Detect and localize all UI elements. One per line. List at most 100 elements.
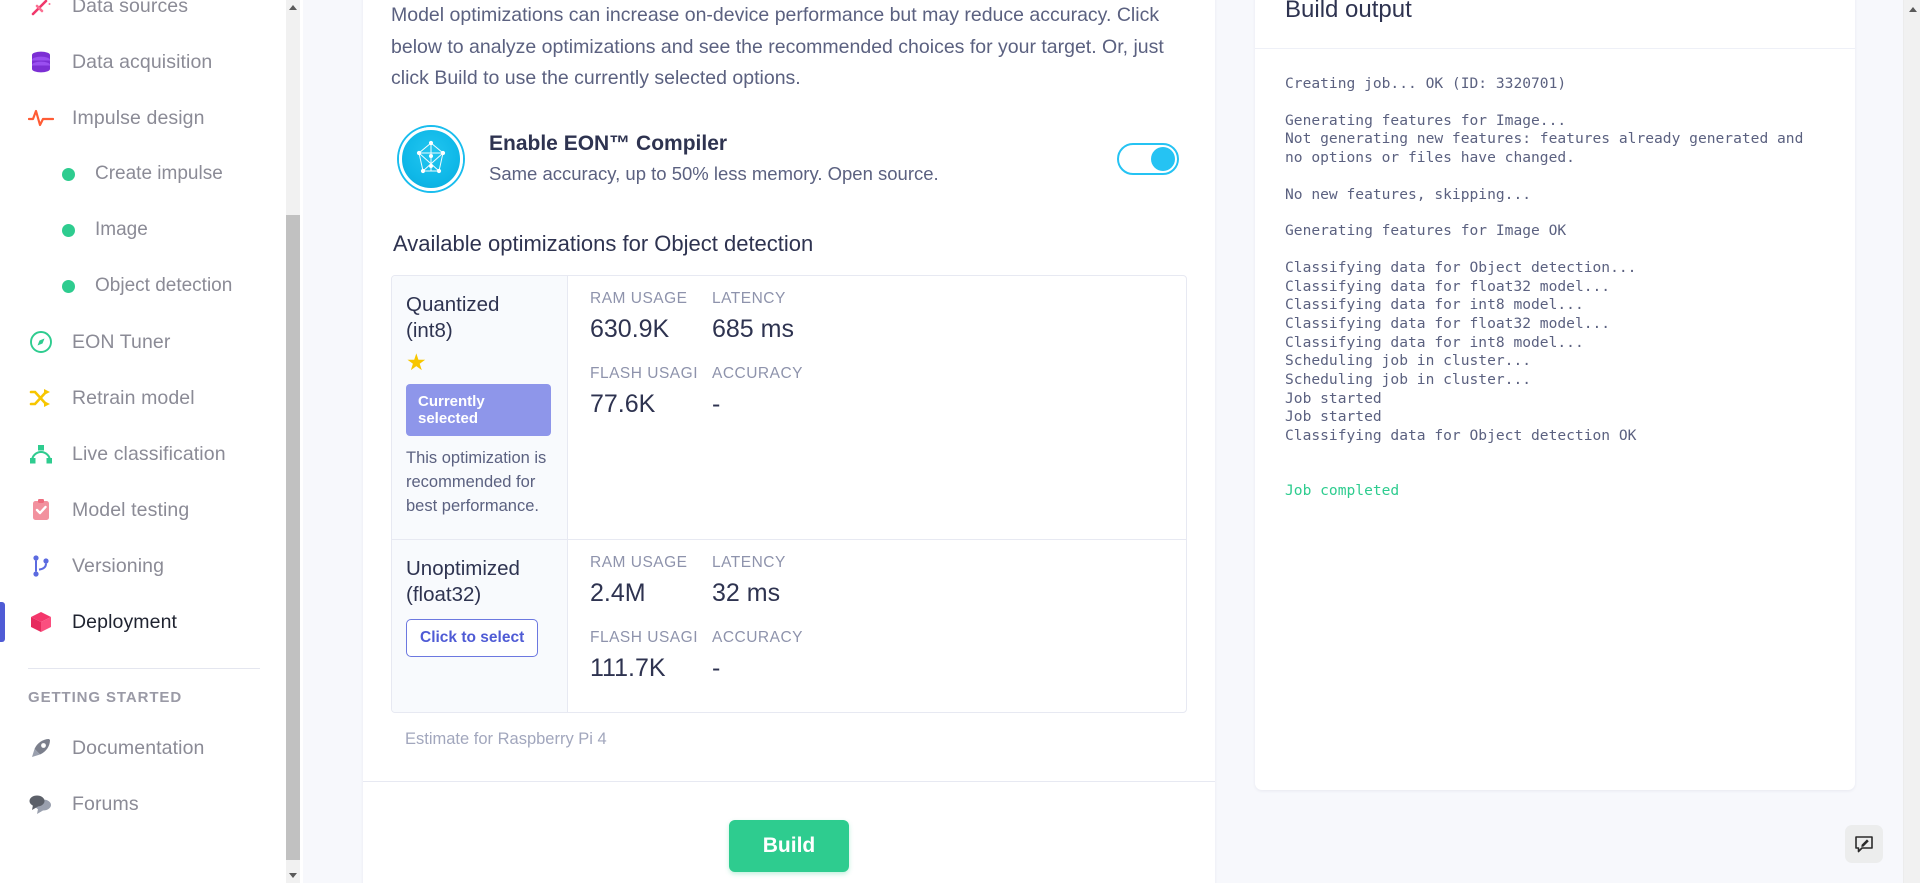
optimization-metrics: RAM USAGE LATENCY 630.9K 685 ms FLASH US… — [568, 276, 1186, 539]
log-line: Classifying data for Object detection OK — [1285, 427, 1637, 445]
log-line: Scheduling job in cluster... — [1285, 371, 1532, 389]
eon-compiler-toggle[interactable] — [1117, 142, 1179, 175]
sidebar-item-label: Documentation — [72, 736, 205, 759]
sidebar-item-data-sources[interactable]: Data sources — [0, 0, 288, 34]
eon-compiler-title: Enable EON™ Compiler — [489, 132, 728, 156]
branch-icon — [28, 553, 54, 579]
metric-value-accuracy: - — [712, 389, 721, 418]
sidebar-divider — [28, 668, 260, 669]
sidebar-item-label: Model testing — [72, 498, 190, 521]
metric-grid: RAM USAGE LATENCY 630.9K 685 ms FLASH US… — [590, 290, 1186, 435]
optimization-name: Quantized (int8) — [406, 292, 500, 343]
main-content: Model optimizations can increase on-devi… — [303, 0, 1920, 883]
log-blank-line — [1285, 204, 1825, 222]
log-line: No new features, skipping... — [1285, 185, 1532, 203]
sidebar-item-image[interactable]: Image — [0, 202, 288, 258]
optimization-note: This optimization is recommended for bes… — [406, 449, 547, 515]
sidebar-scrollbar[interactable] — [286, 0, 300, 883]
log-blank-line — [1285, 168, 1825, 186]
eon-compiler-row: Enable EON™ Compiler Same accuracy, up t… — [391, 126, 1187, 191]
box-icon — [28, 609, 54, 635]
optimization-metrics: RAM USAGE LATENCY 2.4M 32 ms FLASH USAGI… — [568, 540, 1186, 713]
metric-value-accuracy: - — [712, 654, 721, 683]
sidebar-item-label: Live classification — [72, 442, 226, 465]
log-blank-line — [1285, 94, 1825, 112]
metric-label-accuracy: ACCURACY — [712, 364, 803, 382]
eon-compiler-texts: Enable EON™ Compiler Same accuracy, up t… — [489, 132, 1117, 185]
sidebar-item-versioning[interactable]: Versioning — [0, 538, 288, 594]
build-output-log: Creating job... OK (ID: 3320701) Generati… — [1255, 49, 1855, 530]
status-badge: Currently selected — [406, 384, 551, 437]
estimate-note: Estimate for Raspberry Pi 4 — [405, 730, 607, 749]
sidebar-item-label: EON Tuner — [72, 330, 171, 353]
sidebar-item-documentation[interactable]: Documentation — [0, 720, 288, 776]
sidebar-item-label: Forums — [72, 792, 139, 815]
log-line: Generating features for Image... — [1285, 111, 1567, 129]
sidebar-item-deployment[interactable]: Deployment — [0, 594, 288, 650]
metric-value-ram: 2.4M — [590, 578, 646, 607]
build-button[interactable]: Build — [728, 820, 850, 873]
click-to-select-button[interactable]: Click to select — [406, 619, 539, 658]
metric-value-flash: 111.7K — [590, 654, 666, 683]
sidebar-item-object-detection[interactable]: Object detection — [0, 258, 288, 314]
star-icon: ★ — [406, 349, 427, 376]
metric-value-latency: 32 ms — [712, 578, 781, 607]
log-blank-line — [1285, 241, 1825, 259]
sidebar-item-model-testing[interactable]: Model testing — [0, 482, 288, 538]
sidebar-item-label: Deployment — [72, 610, 178, 633]
chat-bubbles-icon — [28, 791, 54, 817]
sidebar-item-label: Image — [95, 219, 148, 240]
deployment-optimizations-card: Model optimizations can increase on-devi… — [363, 0, 1215, 883]
optimization-name: Unoptimized (float32) — [406, 556, 520, 607]
metric-label-ram: RAM USAGE — [590, 289, 688, 307]
sidebar-scrollbar-thumb[interactable] — [286, 215, 300, 860]
log-line: Scheduling job in cluster... — [1285, 352, 1532, 370]
page-scrollbar[interactable] — [1903, 0, 1920, 883]
optimization-row-quantized[interactable]: Quantized (int8) ★ Currently selected Th… — [392, 275, 1186, 540]
sidebar-section-title: GETTING STARTED — [28, 689, 183, 706]
build-output-card: Build output Creating job... OK (ID: 332… — [1255, 0, 1855, 790]
optimizations-heading: Available optimizations for Object detec… — [393, 230, 814, 256]
metric-value-flash: 77.6K — [590, 389, 656, 418]
sidebar-item-impulse-design[interactable]: Impulse design — [0, 90, 288, 146]
sidebar-item-label: Create impulse — [95, 163, 223, 184]
sidebar-item-label: Impulse design — [72, 106, 205, 129]
pulse-icon — [28, 105, 54, 131]
dot-icon — [62, 279, 75, 293]
page-scroll-up-arrow-icon[interactable] — [1904, 2, 1920, 16]
metric-label-latency: LATENCY — [712, 553, 786, 571]
metric-value-latency: 685 ms — [712, 314, 794, 343]
sidebar-item-label: Object detection — [95, 275, 233, 296]
content-columns: Model optimizations can increase on-devi… — [303, 0, 1905, 883]
sidebar-item-data-acquisition[interactable]: Data acquisition — [0, 34, 288, 90]
sidebar-item-live-classification[interactable]: Live classification — [0, 426, 288, 482]
database-icon — [28, 49, 54, 75]
sidebar-item-create-impulse[interactable]: Create impulse — [0, 146, 288, 202]
dot-icon — [62, 223, 75, 237]
log-line: Classifying data for int8 model... — [1285, 296, 1584, 314]
sidebar-item-label: Versioning — [72, 554, 165, 577]
sidebar-item-forums[interactable]: Forums — [0, 776, 288, 832]
toggle-knob — [1151, 146, 1175, 171]
wand-sparkle-icon — [28, 0, 54, 19]
log-line: Classifying data for float32 model... — [1285, 277, 1611, 295]
sidebar: Data sources Data acquisition Impulse de… — [0, 0, 303, 883]
metric-label-latency: LATENCY — [712, 289, 786, 307]
optimization-summary: Quantized (int8) ★ Currently selected Th… — [392, 275, 568, 539]
scroll-down-arrow-icon[interactable] — [286, 868, 300, 883]
optimization-summary: Unoptimized (float32) Click to select — [392, 539, 568, 713]
eon-network-icon — [399, 126, 463, 191]
clipboard-check-icon — [28, 497, 54, 523]
rocket-icon — [28, 735, 54, 761]
log-line: Job started — [1285, 389, 1382, 407]
log-line: Job completed — [1285, 481, 1400, 499]
feedback-pencil-icon[interactable] — [1845, 825, 1883, 863]
metric-value-ram: 630.9K — [590, 314, 670, 343]
optimization-row-unoptimized[interactable]: Unoptimized (float32) Click to select RA… — [392, 539, 1186, 713]
metric-label-ram: RAM USAGE — [590, 553, 688, 571]
log-line: Creating job... OK (ID: 3320701) — [1285, 75, 1567, 92]
metric-grid: RAM USAGE LATENCY 2.4M 32 ms FLASH USAGI… — [590, 554, 1186, 699]
sidebar-item-retrain-model[interactable]: Retrain model — [0, 370, 288, 426]
scroll-up-arrow-icon[interactable] — [286, 0, 300, 15]
sidebar-item-eon-tuner[interactable]: EON Tuner — [0, 314, 288, 370]
